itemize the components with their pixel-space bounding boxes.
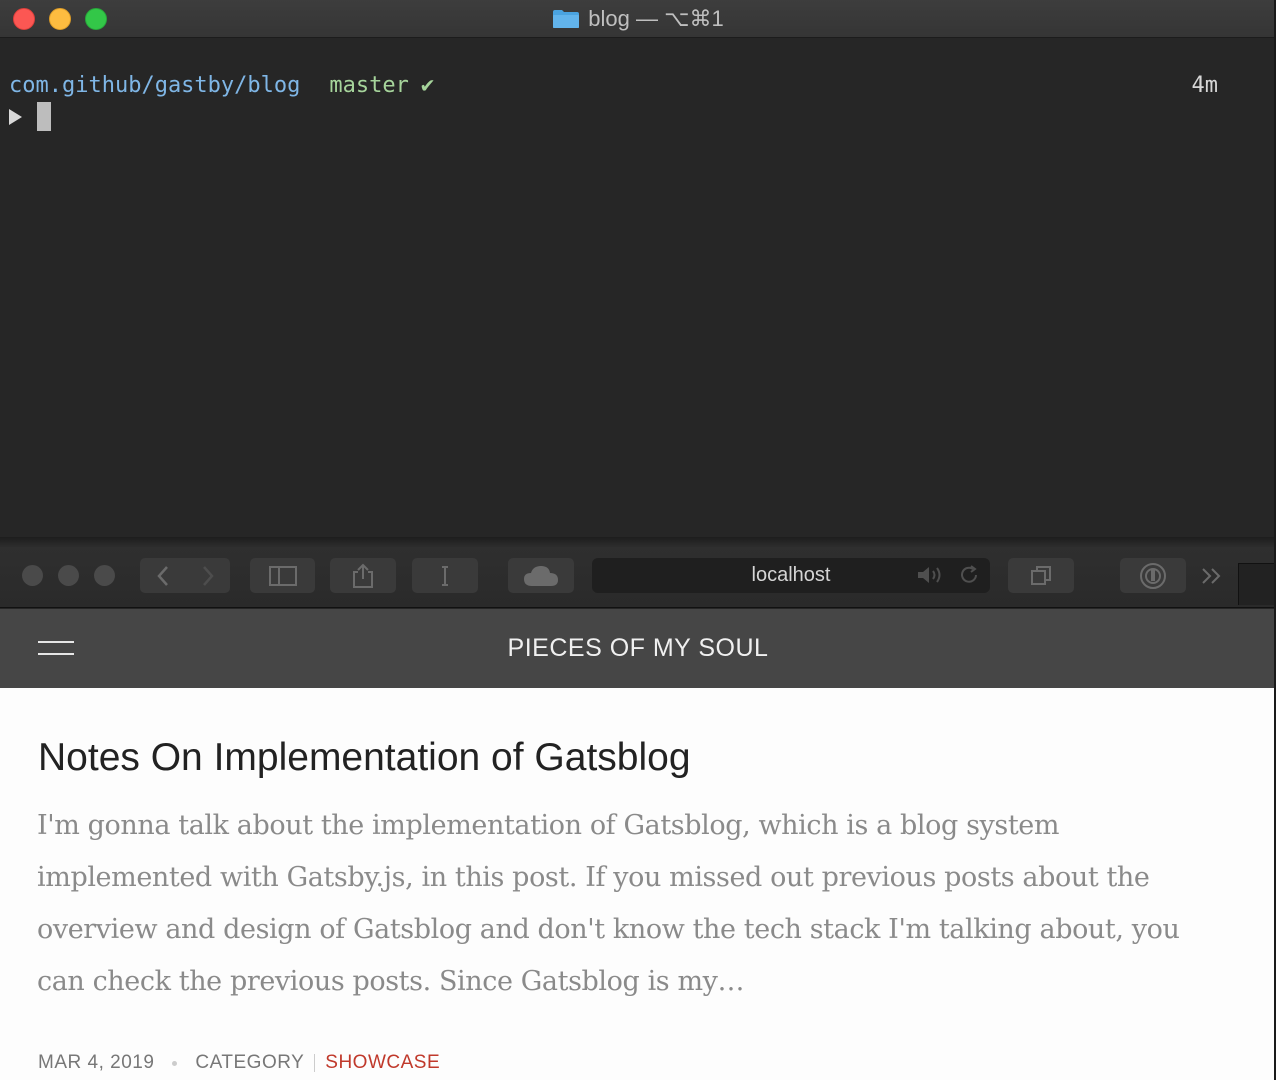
terminal-title-text: blog — ⌥⌘1 [588,6,724,31]
share-icon [352,563,374,589]
sidebar-button[interactable] [250,558,315,593]
password-icon [1139,562,1167,590]
meta-separator [314,1054,316,1072]
prompt-branch: master [329,73,409,98]
folder-icon [552,9,580,29]
window-divider [0,537,1276,547]
prompt-line: com.github/gastby/blog master ✔ [9,73,434,98]
back-icon[interactable] [156,565,170,587]
forward-icon[interactable] [201,565,215,587]
terminal-body[interactable]: com.github/gastby/blog master ✔ 4m [0,39,1276,539]
site-header: PIECES OF MY SOUL [0,609,1276,688]
browser-minimize-button[interactable] [58,565,79,586]
post-excerpt: I'm gonna talk about the implementation … [37,810,1180,997]
prompt-arrow-icon [9,109,22,125]
back-forward-group [140,558,230,593]
terminal-title: blog — ⌥⌘1 [0,0,1276,38]
cloud-icon [523,565,559,587]
reader-icon [440,565,450,587]
meta-dot [172,1060,178,1066]
reader-button[interactable] [412,558,478,593]
icloud-tabs-button[interactable] [508,558,574,593]
browser-zoom-button[interactable] [94,565,115,586]
mute-icon[interactable] [916,564,946,592]
tabs-overview-button[interactable] [1008,558,1074,593]
site-title[interactable]: PIECES OF MY SOUL [508,634,769,663]
category-link[interactable]: SHOWCASE [325,1052,440,1074]
toolbar-edge [1238,563,1276,605]
password-manager-button[interactable] [1120,558,1186,593]
hamburger-icon[interactable] [38,639,74,657]
post-date: MAR 4, 2019 [38,1052,155,1073]
terminal-cursor [37,102,51,131]
browser-toolbar: localhost [0,547,1276,608]
more-icon[interactable] [1200,565,1224,592]
browser-close-button[interactable] [22,565,43,586]
prompt-elapsed: 4m [1191,73,1219,98]
sidebar-icon [268,565,297,586]
terminal-titlebar: blog — ⌥⌘1 [0,0,1276,38]
address-bar[interactable]: localhost [592,558,990,593]
prompt-path: com.github/gastby/blog [9,73,301,98]
post-meta: MAR 4, 2019 CATEGORY SHOWCASE [38,1052,440,1074]
prompt-status: ✔ [420,73,435,98]
share-button[interactable] [330,558,396,593]
page-content: Notes On Implementation of Gatsblog I'm … [0,688,1276,1080]
reload-icon[interactable] [958,564,980,592]
category-label: CATEGORY [195,1052,305,1073]
post-title[interactable]: Notes On Implementation of Gatsblog [38,736,691,780]
address-text: localhost [751,564,831,586]
tabs-icon [1030,565,1052,587]
